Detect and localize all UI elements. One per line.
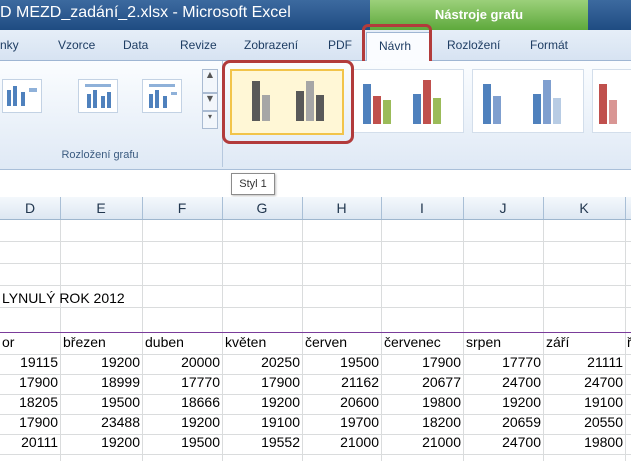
column-header-d[interactable]: D [0,197,61,219]
gallery-scroll-up-button[interactable]: ▲ [202,69,218,93]
table-cell[interactable]: 18200 [383,414,461,430]
chart-style-4-preview [599,84,617,124]
grid-line [0,307,631,308]
cell-month-header[interactable]: ř [627,334,631,350]
table-cell[interactable]: 19500 [142,434,220,450]
cell-month-header[interactable]: březen [63,334,106,350]
table-cell[interactable]: 19100 [222,414,300,430]
grid-line [0,454,631,455]
table-cell[interactable]: 17900 [222,374,300,390]
grid-line [60,220,61,461]
tab-review[interactable]: Revize [180,38,217,52]
table-cell[interactable]: 19800 [545,434,623,450]
table-cell[interactable]: 17900 [383,354,461,370]
table-cell[interactable]: 20677 [383,374,461,390]
cell-month-header[interactable]: or [2,334,14,350]
table-cell[interactable]: 20250 [222,354,300,370]
table-cell[interactable]: 20659 [463,414,541,430]
table-cell[interactable]: 19700 [301,414,379,430]
tab-view-partial[interactable]: nky [0,38,19,52]
table-cell[interactable]: 18666 [142,394,220,410]
table-cell[interactable]: 21000 [301,434,379,450]
column-header-g[interactable]: G [222,197,303,219]
column-header-k[interactable]: K [543,197,626,219]
table-cell[interactable]: 17770 [142,374,220,390]
table-cell[interactable]: 19200 [62,354,140,370]
chart-style-3[interactable] [472,69,584,133]
table-cell[interactable]: 24700 [463,374,541,390]
grid-line [0,241,631,242]
table-cell[interactable]: 19200 [62,434,140,450]
table-cell[interactable]: 19200 [142,414,220,430]
grid-line [625,220,626,461]
table-cell[interactable]: 19115 [0,354,58,370]
column-header-i[interactable]: I [381,197,464,219]
tab-view[interactable]: Zobrazení [244,38,298,52]
column-header-f[interactable]: F [142,197,223,219]
table-cell[interactable]: 19500 [62,394,140,410]
table-cell[interactable]: 19200 [222,394,300,410]
tab-data[interactable]: Data [123,38,148,52]
chart-style-2[interactable] [352,69,464,133]
gallery-scroll-down-button[interactable]: ▼ [202,93,218,111]
table-cell[interactable]: 17900 [0,374,58,390]
chart-layout-thumb[interactable] [142,79,182,113]
table-cell[interactable]: 18205 [0,394,58,410]
chart-style-2-preview [363,80,441,124]
chart-style-4[interactable] [592,69,631,133]
tab-pdf[interactable]: PDF [328,38,352,52]
table-cell[interactable]: 19552 [222,434,300,450]
chart-layout-icon [149,84,177,108]
cell-month-header[interactable]: srpen [466,334,501,350]
table-cell[interactable]: 17900 [0,414,58,430]
table-cell[interactable]: 24700 [463,434,541,450]
table-cell[interactable]: 20111 [0,434,58,450]
cell-month-header[interactable]: květen [225,334,266,350]
table-cell[interactable]: 19100 [545,394,623,410]
tab-format[interactable]: Formát [530,38,568,52]
column-header-j[interactable]: J [463,197,544,219]
table-cell[interactable]: 24700 [545,374,623,390]
table-cell[interactable]: 21162 [301,374,379,390]
title-bar: D MEZD_zadání_2.xlsx - Microsoft Excel N… [0,0,631,30]
table-cell[interactable]: 21000 [383,434,461,450]
table-cell[interactable]: 17770 [463,354,541,370]
table-cell[interactable]: 18999 [62,374,140,390]
chart-style-3-preview [483,80,561,124]
chart-layout-thumb[interactable] [2,79,42,113]
cell-month-header[interactable]: duben [145,334,184,350]
chart-layout-thumb[interactable] [78,79,118,113]
chart-tools-label: Nástroje grafu [434,7,524,22]
column-header-row: D E F G H I J K [0,197,631,220]
table-cell[interactable]: 23488 [62,414,140,430]
table-cell[interactable]: 20600 [301,394,379,410]
table-cell[interactable]: 20550 [545,414,623,430]
chart-layouts-group-label: Rozložení grafu [61,149,139,161]
annotation-highlight-style-1 [222,60,354,144]
cell-month-header[interactable]: září [546,334,569,350]
table-cell[interactable]: 19800 [383,394,461,410]
tab-formulas[interactable]: Vzorce [58,38,95,52]
chart-layouts-group: ▲ ▼ ▾ Rozložení grafu [0,61,223,167]
header-row-border [0,332,631,333]
table-cell[interactable]: 19500 [301,354,379,370]
column-header-h[interactable]: H [302,197,382,219]
chart-layout-icon [7,86,37,106]
table-cell[interactable]: 19200 [463,394,541,410]
grid-line [0,263,631,264]
column-header-e[interactable]: E [60,197,143,219]
grid-line [0,285,631,286]
tab-layout[interactable]: Rozložení [447,38,500,52]
grid-line [381,220,382,461]
gallery-more-button[interactable]: ▾ [202,111,218,129]
table-cell[interactable]: 20000 [142,354,220,370]
cell-month-header[interactable]: červen [305,334,347,350]
sheet-heading: LYNULÝ ROK 2012 [2,290,125,306]
window-title: D MEZD_zadání_2.xlsx - Microsoft Excel [0,4,291,21]
chart-layout-icon [85,84,111,108]
table-cell[interactable]: 21111 [545,354,623,370]
cell-month-header[interactable]: červenec [384,334,441,350]
grid-line [543,220,544,461]
style-tooltip: Styl 1 [231,173,275,195]
